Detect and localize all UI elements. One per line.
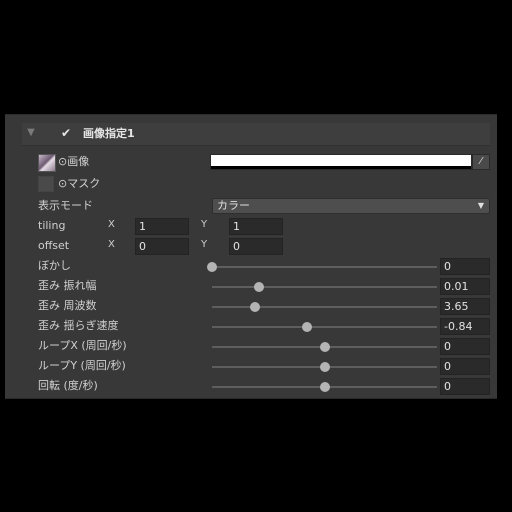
tiling-x-input[interactable]: 1 <box>135 218 189 235</box>
slider-handle-loop-y[interactable] <box>319 362 330 372</box>
slider-handle-blur[interactable] <box>207 262 217 272</box>
slider-value-distortion-fluctuation-speed[interactable]: -0.84 <box>440 318 490 335</box>
offset-label: offset <box>38 239 70 252</box>
slider-handle-distortion-fluctuation-speed[interactable] <box>301 322 312 332</box>
slider-row-distortion-fluctuation-speed: 歪み 揺らぎ速度 -0.84 <box>5 316 497 336</box>
tiling-row: tiling X 1 Y 1 <box>5 216 497 236</box>
slider-label-distortion-fluctuation-speed: 歪み 揺らぎ速度 <box>38 319 119 332</box>
tiling-label: tiling <box>38 219 66 232</box>
slider-track-loop-x[interactable] <box>212 342 437 352</box>
slider-label-loop-x: ループX (周回/秒) <box>38 339 127 352</box>
slider-track-distortion-amplitude[interactable] <box>212 282 437 292</box>
image-field-label: ⊙画像 <box>58 155 90 168</box>
slider-value-distortion-frequency[interactable]: 3.65 <box>440 298 490 315</box>
mask-thumbnail[interactable] <box>38 176 54 192</box>
slider-label-distortion-frequency: 歪み 周波数 <box>38 299 97 312</box>
mask-field-label: ⊙マスク <box>58 177 101 190</box>
slider-row-loop-y: ループY (周回/秒) 0 <box>5 356 497 376</box>
slider-handle-rotation[interactable] <box>319 382 330 392</box>
slider-track-distortion-frequency[interactable] <box>212 302 437 312</box>
slider-value-loop-y[interactable]: 0 <box>440 358 490 375</box>
offset-x-input[interactable]: 0 <box>135 238 189 255</box>
offset-x-label: X <box>108 239 115 250</box>
slider-value-loop-x[interactable]: 0 <box>440 338 490 355</box>
display-mode-value: カラー <box>217 199 250 212</box>
slider-label-rotation: 回転 (度/秒) <box>38 379 98 392</box>
offset-y-label: Y <box>201 239 208 250</box>
inspector-panel: ▼ ✔ 画像指定1 ⊙画像 ⁄ ⊙マスク 表示モード カラー ▼ tiling … <box>5 114 497 399</box>
slider-value-blur[interactable]: 0 <box>440 258 490 275</box>
component-title: 画像指定1 <box>83 127 135 140</box>
slider-label-loop-y: ループY (周回/秒) <box>38 359 126 372</box>
image-row: ⊙画像 ⁄ <box>5 152 497 172</box>
slider-value-rotation[interactable]: 0 <box>440 378 490 395</box>
chevron-down-icon: ▼ <box>477 201 484 210</box>
slider-label-distortion-amplitude: 歪み 振れ幅 <box>38 279 97 292</box>
slider-row-rotation: 回転 (度/秒) 0 <box>5 376 497 396</box>
slider-track-rotation[interactable] <box>212 382 437 392</box>
slider-label-blur: ぼかし <box>38 259 71 272</box>
slider-track-loop-y[interactable] <box>212 362 437 372</box>
component-header[interactable]: ▼ ✔ 画像指定1 <box>22 123 490 146</box>
display-mode-row: 表示モード カラー ▼ <box>5 196 497 216</box>
slider-row-distortion-amplitude: 歪み 振れ幅 0.01 <box>5 276 497 296</box>
collapse-arrow-icon[interactable]: ▼ <box>24 126 38 140</box>
offset-y-input[interactable]: 0 <box>229 238 283 255</box>
display-mode-select[interactable]: カラー ▼ <box>212 198 490 214</box>
slider-handle-loop-x[interactable] <box>319 342 330 352</box>
display-mode-label: 表示モード <box>38 199 93 212</box>
enable-checkbox[interactable]: ✔ <box>59 126 73 140</box>
mask-row: ⊙マスク <box>5 174 497 194</box>
slider-track-distortion-fluctuation-speed[interactable] <box>212 322 437 332</box>
tiling-y-input[interactable]: 1 <box>229 218 283 235</box>
eyedropper-icon[interactable]: ⁄ <box>472 154 490 170</box>
slider-value-distortion-amplitude[interactable]: 0.01 <box>440 278 490 295</box>
tiling-x-label: X <box>108 219 115 230</box>
slider-row-loop-x: ループX (周回/秒) 0 <box>5 336 497 356</box>
slider-track-blur[interactable] <box>207 262 437 272</box>
offset-row: offset X 0 Y 0 <box>5 236 497 256</box>
alpha-bar <box>211 166 471 169</box>
slider-handle-distortion-amplitude[interactable] <box>254 282 265 292</box>
slider-handle-distortion-frequency[interactable] <box>249 302 260 312</box>
image-thumbnail[interactable] <box>38 154 56 172</box>
tiling-y-label: Y <box>201 219 208 230</box>
image-color-field[interactable] <box>210 154 472 170</box>
slider-row-blur: ぼかし 0 <box>5 256 497 276</box>
slider-row-distortion-frequency: 歪み 周波数 3.65 <box>5 296 497 316</box>
